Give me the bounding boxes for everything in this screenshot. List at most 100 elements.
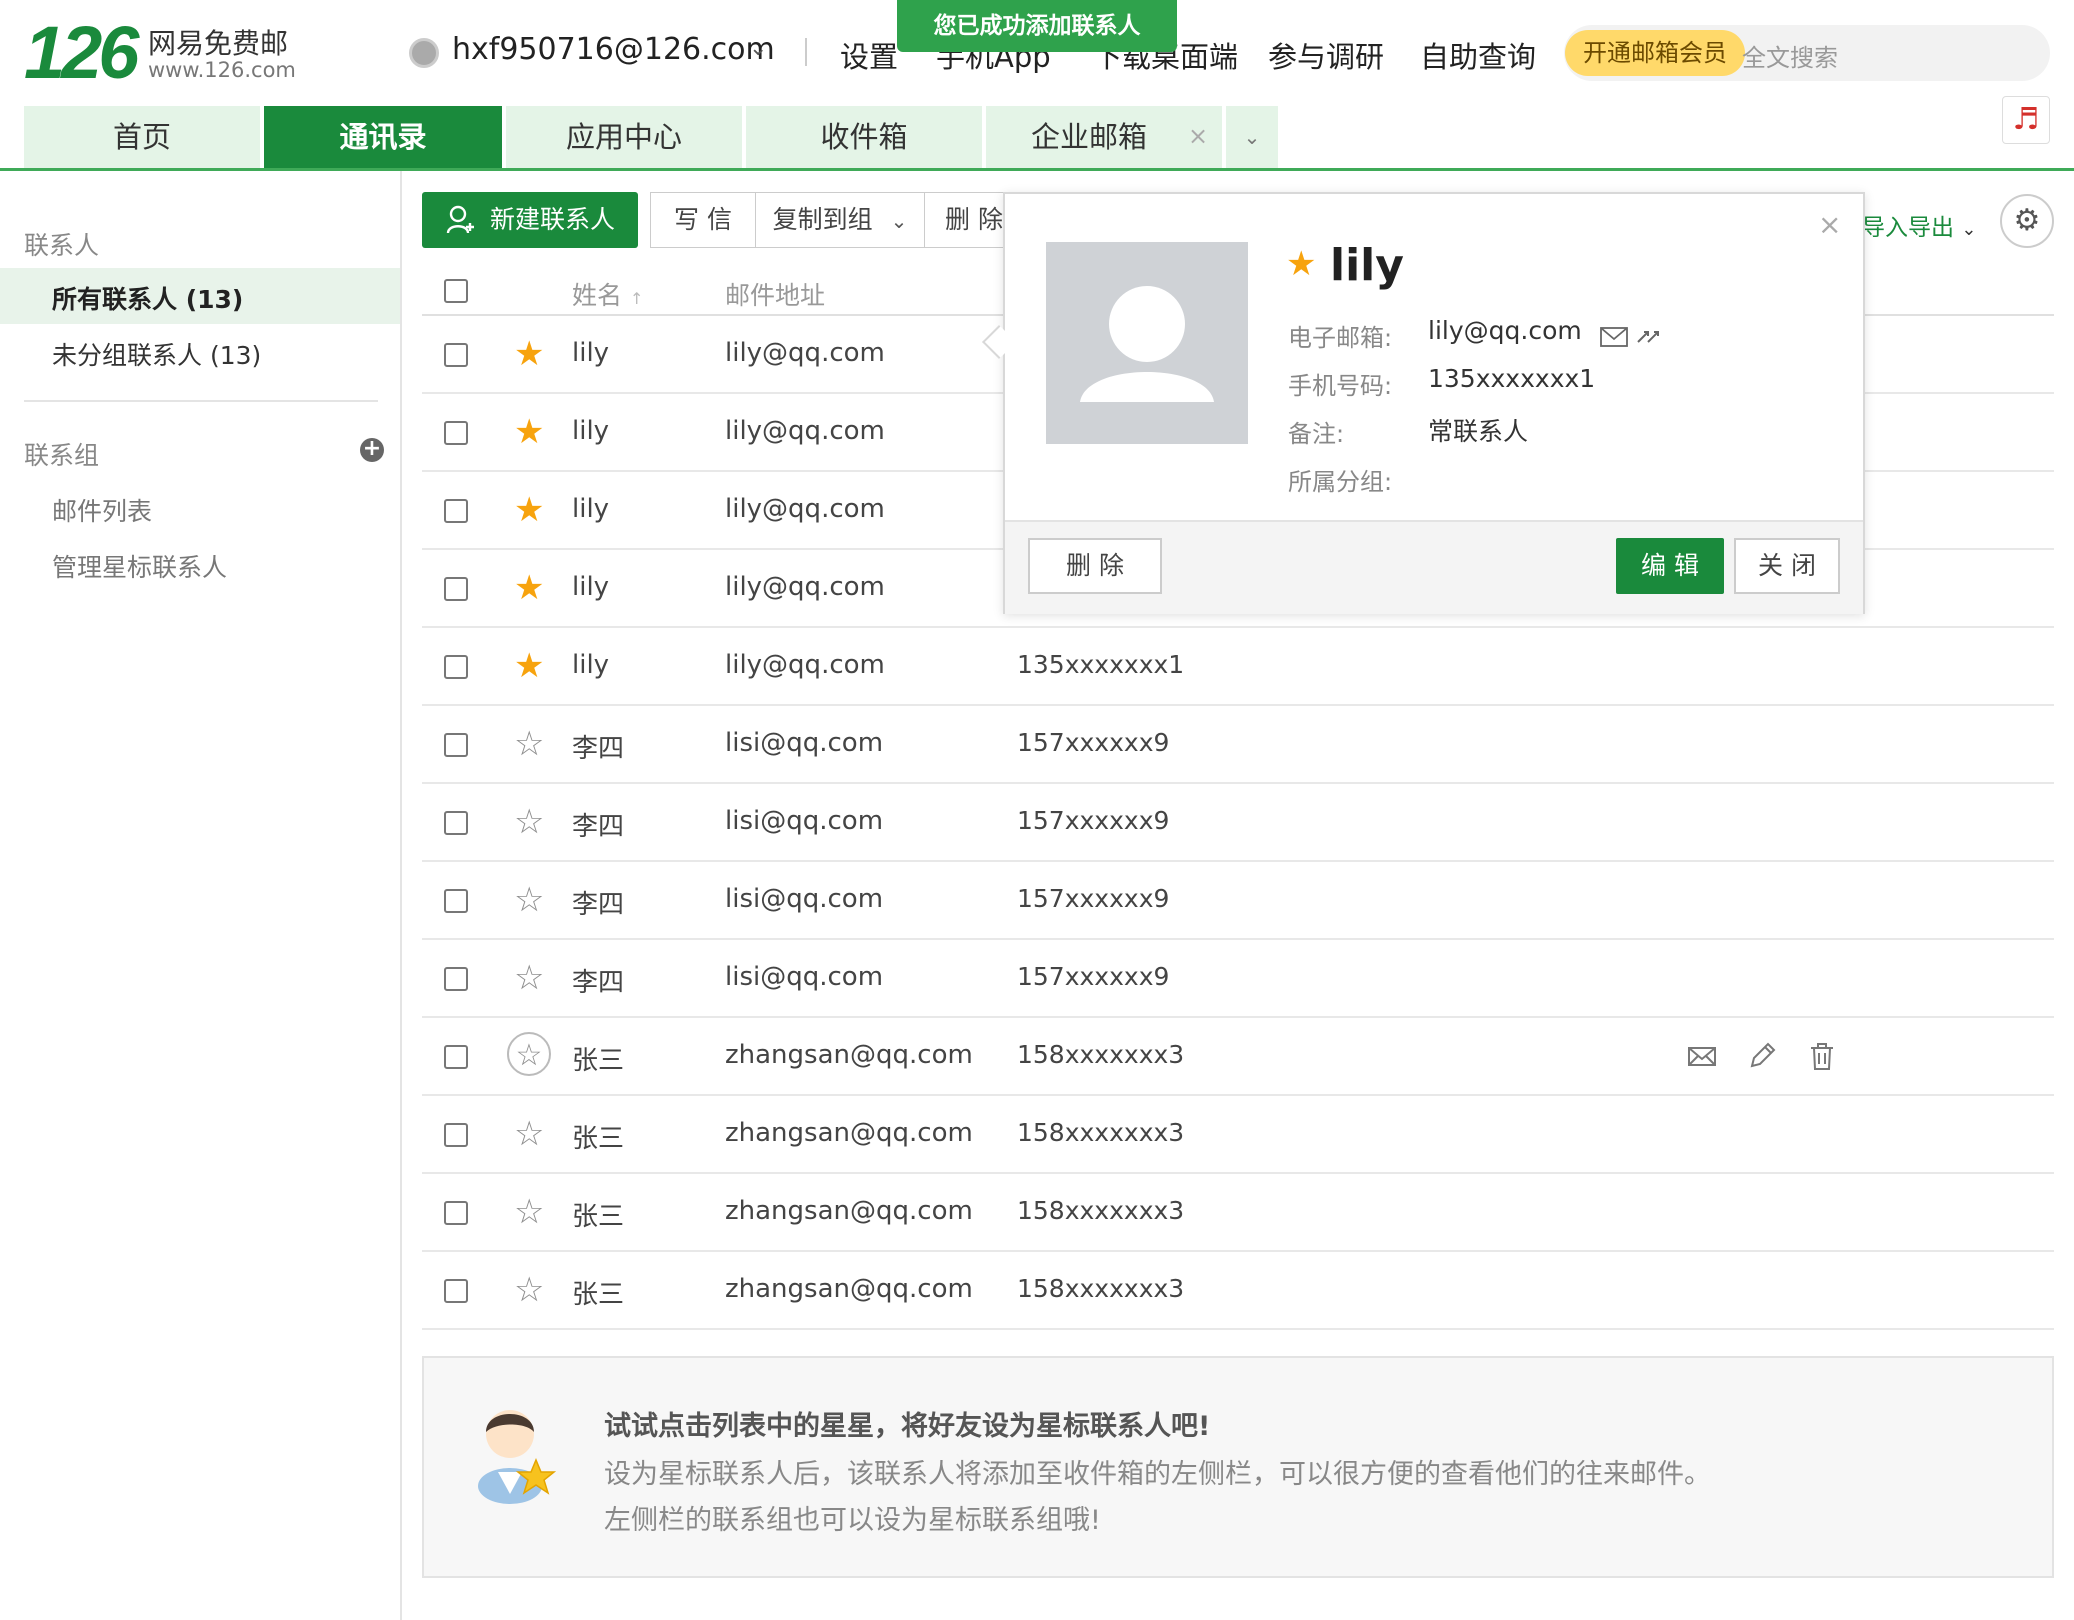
nav-self-service[interactable]: 自助查询: [1420, 34, 1536, 76]
contact-email[interactable]: zhangsan@qq.com: [725, 1274, 973, 1304]
chevron-down-icon[interactable]: ⌄: [749, 36, 767, 61]
contact-name[interactable]: 李四: [572, 962, 624, 999]
contact-name[interactable]: 李四: [572, 806, 624, 843]
gear-icon[interactable]: ⚙: [2000, 194, 2054, 248]
nav-survey[interactable]: 参与调研: [1268, 34, 1384, 76]
star-outline-icon[interactable]: ☆: [514, 1114, 544, 1154]
star-outline-icon[interactable]: ☆: [514, 1270, 544, 1310]
star-outline-icon[interactable]: ☆: [514, 802, 544, 842]
row-checkbox[interactable]: [444, 655, 468, 679]
row-checkbox[interactable]: [444, 1279, 468, 1303]
contact-email[interactable]: lisi@qq.com: [725, 728, 883, 758]
sidebar-item-label[interactable]: 所有联系人 (13): [52, 280, 243, 316]
contact-name[interactable]: lily: [572, 338, 609, 368]
contact-name[interactable]: 张三: [572, 1274, 624, 1311]
contact-name[interactable]: lily: [572, 572, 609, 602]
tab-enterprise-mail[interactable]: 企业邮箱: [986, 106, 1222, 168]
contact-email[interactable]: lily@qq.com: [725, 572, 885, 602]
chevron-down-icon[interactable]: ⌄: [1226, 106, 1278, 168]
tab-app-center[interactable]: 应用中心: [506, 106, 742, 168]
star-icon[interactable]: ★: [514, 568, 544, 608]
row-checkbox[interactable]: [444, 577, 468, 601]
star-icon[interactable]: ★: [514, 334, 544, 374]
contact-name[interactable]: lily: [572, 494, 609, 524]
contact-name[interactable]: 张三: [572, 1196, 624, 1233]
card-edit-button[interactable]: 编 辑: [1616, 538, 1724, 594]
select-all-checkbox[interactable]: [444, 279, 468, 303]
contact-email[interactable]: lily@qq.com: [725, 494, 885, 524]
contact-name[interactable]: 张三: [572, 1118, 624, 1155]
contact-name[interactable]: 李四: [572, 728, 624, 765]
vip-button[interactable]: 开通邮箱会员: [1565, 30, 1745, 76]
row-checkbox[interactable]: [444, 499, 468, 523]
star-icon[interactable]: ★: [514, 646, 544, 686]
close-icon[interactable]: ×: [1188, 122, 1208, 150]
star-outline-icon[interactable]: ☆: [507, 1032, 551, 1076]
contact-email[interactable]: lily@qq.com: [725, 650, 885, 680]
nav-settings[interactable]: 设置: [840, 34, 898, 76]
star-icon[interactable]: ★: [514, 490, 544, 530]
contact-email[interactable]: lily@qq.com: [725, 338, 885, 368]
close-icon[interactable]: ×: [1818, 208, 1841, 241]
contact-email[interactable]: zhangsan@qq.com: [725, 1196, 973, 1226]
table-row[interactable]: ☆ 李四 lisi@qq.com 157xxxxxx9: [422, 940, 2054, 1018]
tab-inbox[interactable]: 收件箱: [746, 106, 982, 168]
star-outline-icon[interactable]: ☆: [514, 958, 544, 998]
star-outline-icon[interactable]: ☆: [514, 880, 544, 920]
logo-number[interactable]: 126: [24, 8, 139, 98]
new-contact-button[interactable]: 新建联系人: [422, 192, 638, 248]
row-checkbox[interactable]: [444, 733, 468, 757]
music-note-icon[interactable]: ♬: [2002, 96, 2050, 144]
card-email-value[interactable]: lily@qq.com: [1428, 316, 1582, 345]
sidebar-item-ungrouped[interactable]: 未分组联系人 (13): [52, 336, 261, 372]
row-checkbox[interactable]: [444, 889, 468, 913]
contact-email[interactable]: zhangsan@qq.com: [725, 1118, 973, 1148]
table-row[interactable]: ☆ 李四 lisi@qq.com 157xxxxxx9: [422, 706, 2054, 784]
mail-icon[interactable]: [1600, 326, 1628, 348]
import-export-button[interactable]: 导入导出 ⌄: [1862, 208, 1976, 242]
contact-name[interactable]: 李四: [572, 884, 624, 921]
contact-email[interactable]: lisi@qq.com: [725, 962, 883, 992]
trash-icon[interactable]: [1804, 1038, 1840, 1074]
contact-email[interactable]: lisi@qq.com: [725, 806, 883, 836]
column-header-name[interactable]: 姓名 ↑: [572, 276, 643, 312]
contact-name[interactable]: lily: [572, 416, 609, 446]
table-row[interactable]: ☆ 李四 lisi@qq.com 157xxxxxx9: [422, 784, 2054, 862]
table-row[interactable]: ☆ 张三 zhangsan@qq.com 158xxxxxxx3: [422, 1096, 2054, 1174]
row-checkbox[interactable]: [444, 811, 468, 835]
edit-pencil-icon[interactable]: [1744, 1038, 1780, 1074]
add-group-icon[interactable]: +: [360, 438, 384, 462]
card-close-button[interactable]: 关 闭: [1734, 538, 1840, 594]
row-checkbox[interactable]: [444, 421, 468, 445]
card-delete-button[interactable]: 删 除: [1028, 538, 1162, 594]
tab-contacts[interactable]: 通讯录: [264, 106, 502, 168]
mail-icon[interactable]: [1684, 1038, 1720, 1074]
table-row[interactable]: ☆ 李四 lisi@qq.com 157xxxxxx9: [422, 862, 2054, 940]
table-row[interactable]: ★ lily lily@qq.com 135xxxxxxx1: [422, 628, 2054, 706]
table-row[interactable]: ☆ 张三 zhangsan@qq.com 158xxxxxxx3: [422, 1252, 2054, 1330]
row-checkbox[interactable]: [444, 1045, 468, 1069]
table-row[interactable]: ☆ 张三 zhangsan@qq.com 158xxxxxxx3: [422, 1018, 2054, 1096]
contact-email[interactable]: lisi@qq.com: [725, 884, 883, 914]
row-checkbox[interactable]: [444, 967, 468, 991]
sidebar-item-mail-list[interactable]: 邮件列表: [52, 492, 152, 528]
write-mail-button[interactable]: 写 信: [650, 192, 756, 248]
sidebar-item-manage-starred[interactable]: 管理星标联系人: [52, 548, 227, 584]
table-row[interactable]: ☆ 张三 zhangsan@qq.com 158xxxxxxx3: [422, 1174, 2054, 1252]
row-checkbox[interactable]: [444, 343, 468, 367]
copy-to-group-button[interactable]: 复制到组 ⌄: [755, 192, 925, 248]
star-outline-icon[interactable]: ☆: [514, 1192, 544, 1232]
row-checkbox[interactable]: [444, 1123, 468, 1147]
star-icon[interactable]: ★: [1286, 244, 1316, 284]
contact-email[interactable]: zhangsan@qq.com: [725, 1040, 973, 1070]
forward-icon[interactable]: [1634, 322, 1662, 350]
contact-name[interactable]: lily: [572, 650, 609, 680]
row-checkbox[interactable]: [444, 1201, 468, 1225]
contact-name[interactable]: 张三: [572, 1040, 624, 1077]
star-outline-icon[interactable]: ☆: [514, 724, 544, 764]
account-email[interactable]: hxf950716@126.com: [452, 32, 775, 67]
star-icon[interactable]: ★: [514, 412, 544, 452]
account-avatar-icon[interactable]: [409, 38, 439, 68]
contact-email[interactable]: lily@qq.com: [725, 416, 885, 446]
tab-home[interactable]: 首页: [24, 106, 260, 168]
